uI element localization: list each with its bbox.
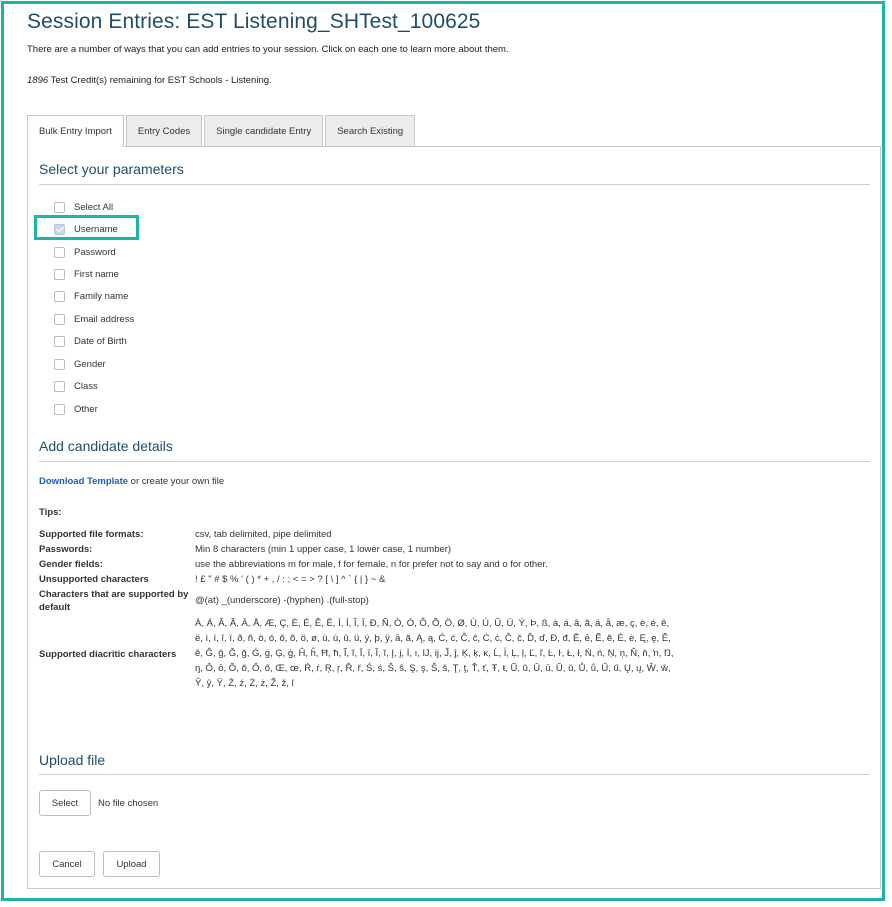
upload-file-heading: Upload file bbox=[39, 752, 106, 768]
param-label: Family name bbox=[74, 290, 129, 302]
first-name-checkbox[interactable] bbox=[54, 268, 65, 280]
class-checkbox[interactable] bbox=[54, 380, 65, 392]
param-label: Username bbox=[74, 223, 118, 235]
intro-text: There are a number of ways that you can … bbox=[27, 44, 509, 55]
param-gender[interactable]: Gender bbox=[54, 357, 106, 371]
tip-label-supported-default: Characters that are supported by default bbox=[39, 589, 189, 613]
divider bbox=[39, 774, 870, 775]
divider bbox=[39, 184, 870, 185]
param-label: Email address bbox=[74, 313, 135, 325]
param-label: First name bbox=[74, 268, 119, 280]
tab-single-candidate-entry[interactable]: Single candidate Entry bbox=[204, 115, 324, 146]
file-chosen-status: No file chosen bbox=[98, 798, 159, 809]
credits-number: 1896 bbox=[27, 75, 49, 86]
param-password[interactable]: Password bbox=[54, 245, 116, 259]
download-rest-text: or create your own file bbox=[128, 476, 225, 487]
param-other[interactable]: Other bbox=[54, 402, 98, 416]
tip-value-gender: use the abbreviations m for male, f for … bbox=[195, 559, 548, 570]
tip-label-gender: Gender fields: bbox=[39, 559, 103, 570]
tip-value-unsupported: ! £ " # $ % ' ( ) * + , / : ; < = > ? [ … bbox=[195, 574, 386, 585]
param-select-all[interactable]: Select All bbox=[54, 200, 113, 214]
param-date-of-birth[interactable]: Date of Birth bbox=[54, 334, 127, 348]
tip-label-unsupported: Unsupported characters bbox=[39, 574, 149, 585]
email-address-checkbox[interactable] bbox=[54, 313, 65, 325]
tip-value-file-formats: csv, tab delimited, pipe delimited bbox=[195, 529, 332, 540]
param-label: Other bbox=[74, 403, 98, 415]
param-family-name[interactable]: Family name bbox=[54, 289, 128, 303]
param-label: Gender bbox=[74, 358, 106, 370]
select-all-checkbox[interactable] bbox=[54, 201, 65, 213]
param-username[interactable]: Username bbox=[54, 222, 118, 236]
tip-value-passwords: Min 8 characters (min 1 upper case, 1 lo… bbox=[195, 544, 452, 555]
select-file-button[interactable]: Select bbox=[39, 790, 91, 816]
gender-checkbox[interactable] bbox=[54, 358, 65, 370]
tip-value-supported-default: @(at) _(underscore) -(hyphen) .(full-sto… bbox=[195, 595, 369, 606]
download-template-link[interactable]: Download Template bbox=[39, 476, 128, 487]
date-of-birth-checkbox[interactable] bbox=[54, 335, 65, 347]
cancel-button[interactable]: Cancel bbox=[39, 851, 95, 877]
download-line: Download Template or create your own fil… bbox=[39, 476, 224, 487]
tab-search-existing[interactable]: Search Existing bbox=[325, 115, 416, 146]
parameters-heading: Select your parameters bbox=[39, 161, 184, 177]
candidate-details-heading: Add candidate details bbox=[39, 438, 173, 454]
page-title: Session Entries: EST Listening_SHTest_10… bbox=[27, 10, 481, 33]
diacritics-list: À, Á, Â, Ã, Ä, Å, Æ, Ç, È, É, Ê, Ë, Ì, Í… bbox=[195, 618, 674, 689]
tip-label-diacritics: Supported diacritic characters bbox=[39, 649, 177, 660]
param-label: Class bbox=[74, 380, 98, 392]
credits-label: Test Credit(s) remaining for EST Schools… bbox=[48, 75, 272, 86]
tab-entry-codes[interactable]: Entry Codes bbox=[125, 115, 203, 146]
param-class[interactable]: Class bbox=[54, 379, 98, 393]
other-checkbox[interactable] bbox=[54, 403, 65, 415]
username-checkbox[interactable] bbox=[54, 223, 65, 235]
param-label: Select All bbox=[74, 201, 114, 213]
entry-tabs: Bulk Entry Import Entry Codes Single can… bbox=[27, 115, 417, 147]
param-email-address[interactable]: Email address bbox=[54, 312, 134, 326]
param-first-name[interactable]: First name bbox=[54, 267, 119, 281]
tip-label-file-formats: Supported file formats: bbox=[39, 529, 144, 540]
tips-label: Tips: bbox=[39, 507, 62, 518]
divider bbox=[39, 461, 870, 462]
family-name-checkbox[interactable] bbox=[54, 290, 65, 302]
tip-label-passwords: Passwords: bbox=[39, 544, 93, 555]
credits-text: 1896 Test Credit(s) remaining for EST Sc… bbox=[27, 75, 272, 86]
tab-bulk-entry-import[interactable]: Bulk Entry Import bbox=[27, 115, 124, 147]
bulk-entry-panel: Select your parameters Select All Userna… bbox=[27, 146, 881, 889]
upload-button[interactable]: Upload bbox=[103, 851, 160, 877]
param-label: Date of Birth bbox=[74, 335, 127, 347]
password-checkbox[interactable] bbox=[54, 246, 65, 258]
param-label: Password bbox=[74, 246, 116, 258]
